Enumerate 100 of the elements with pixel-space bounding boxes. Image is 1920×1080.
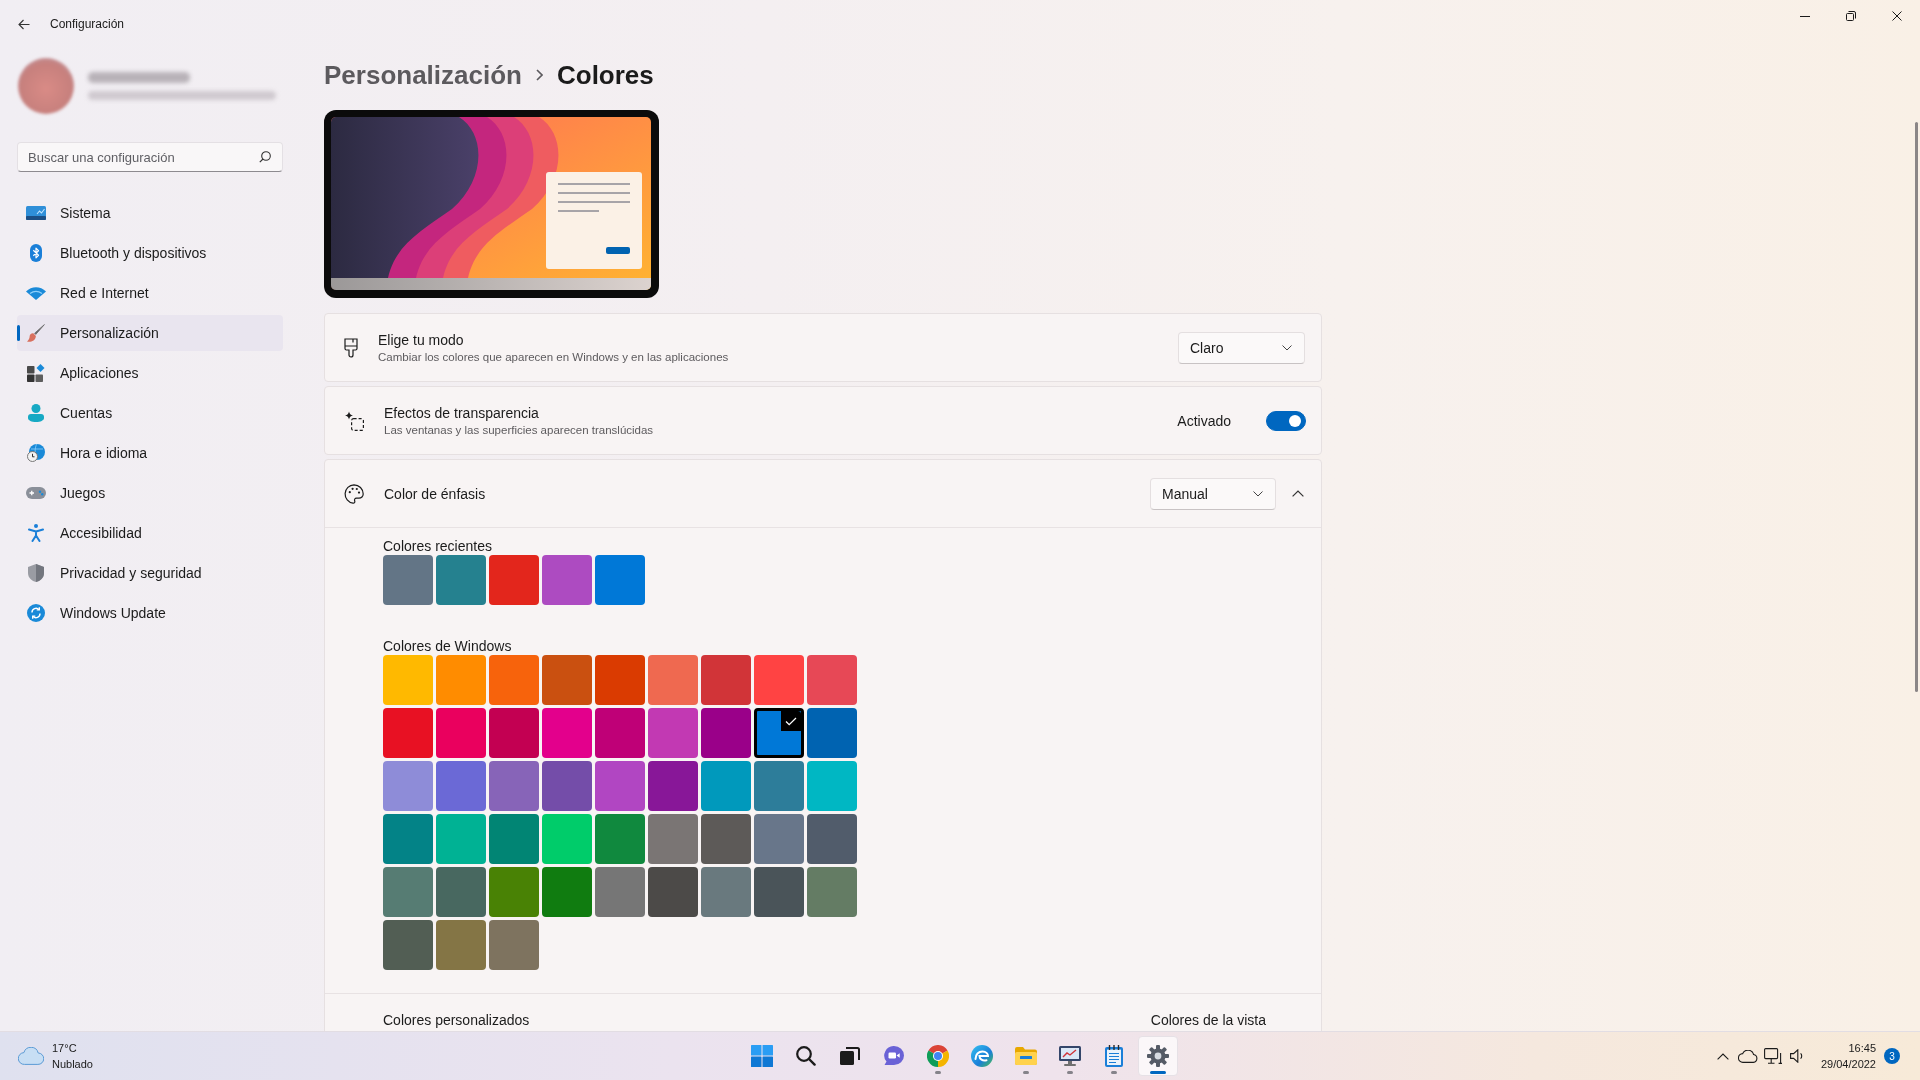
- nav-item[interactable]: Sistema: [17, 195, 283, 231]
- nav-item[interactable]: Juegos: [17, 475, 283, 511]
- setting-description: Las ventanas y las superficies aparecen translúcidas: [384, 424, 655, 436]
- cloud-icon: [1737, 1049, 1758, 1063]
- chevron-up-icon: [1716, 1052, 1729, 1060]
- nav-item[interactable]: Hora e idioma: [17, 435, 283, 471]
- color-swatch[interactable]: [595, 555, 645, 605]
- color-swatch[interactable]: [701, 814, 751, 864]
- task-view-icon: [840, 1047, 860, 1065]
- clock-date: 29/04/2022: [1820, 1057, 1876, 1071]
- nav-item[interactable]: Windows Update: [17, 595, 283, 631]
- custom-colors-label: Colores personalizados: [383, 1011, 530, 1028]
- color-swatch[interactable]: [701, 708, 751, 758]
- color-swatch[interactable]: [807, 708, 857, 758]
- swirl-circle-icon: [971, 1045, 993, 1067]
- color-swatch[interactable]: [754, 814, 804, 864]
- paintbrush-icon: [27, 324, 45, 342]
- color-swatch[interactable]: [754, 655, 804, 705]
- color-swatch[interactable]: [542, 555, 592, 605]
- view-colors-button[interactable]: Colores de la vista: [1138, 1008, 1278, 1031]
- color-swatch[interactable]: [436, 761, 486, 811]
- color-swatch[interactable]: [383, 920, 433, 970]
- user-avatar: [18, 58, 74, 114]
- color-swatch[interactable]: [807, 814, 857, 864]
- color-swatch[interactable]: [595, 655, 645, 705]
- color-swatch[interactable]: [648, 708, 698, 758]
- color-swatch[interactable]: [489, 655, 539, 705]
- color-swatch[interactable]: [436, 655, 486, 705]
- nav-item[interactable]: Bluetooth y dispositivos: [17, 235, 283, 271]
- notification-count[interactable]: 3: [1884, 1048, 1900, 1064]
- folder-icon: [1015, 1047, 1037, 1065]
- color-swatch[interactable]: [701, 867, 751, 917]
- color-swatch[interactable]: [701, 655, 751, 705]
- color-swatch[interactable]: [595, 708, 645, 758]
- color-swatch[interactable]: [754, 708, 804, 758]
- color-swatch[interactable]: [595, 814, 645, 864]
- restore-icon: [1846, 11, 1856, 21]
- color-swatch[interactable]: [383, 555, 433, 605]
- color-swatch[interactable]: [489, 867, 539, 917]
- color-swatch[interactable]: [489, 920, 539, 970]
- paintbrush-icon: [344, 337, 358, 358]
- color-swatch[interactable]: [383, 708, 433, 758]
- color-swatch[interactable]: [489, 555, 539, 605]
- color-swatch[interactable]: [383, 867, 433, 917]
- color-swatch[interactable]: [436, 867, 486, 917]
- color-swatch[interactable]: [648, 761, 698, 811]
- nav-item[interactable]: Personalización: [17, 315, 283, 351]
- color-swatch[interactable]: [595, 761, 645, 811]
- breadcrumb-parent[interactable]: Personalización: [324, 59, 522, 91]
- color-swatch[interactable]: [754, 761, 804, 811]
- toggle-switch[interactable]: [1266, 410, 1306, 431]
- accessibility-figure-icon: [28, 524, 44, 542]
- setting-description: Cambiar los colores que aparecen en Windows y en las aplicaciones: [378, 351, 730, 363]
- setting-title: Color de énfasis: [384, 485, 487, 502]
- mode-dropdown[interactable]: Claro: [1178, 331, 1305, 364]
- setting-title: Elige tu modo: [378, 332, 465, 348]
- color-swatch[interactable]: [383, 655, 433, 705]
- accent-mode-dropdown[interactable]: Manual: [1150, 477, 1276, 510]
- color-swatch[interactable]: [542, 814, 592, 864]
- color-swatch[interactable]: [436, 708, 486, 758]
- person-icon: [28, 404, 44, 422]
- nav-item[interactable]: Aplicaciones: [17, 355, 283, 391]
- color-swatch[interactable]: [648, 655, 698, 705]
- color-swatch[interactable]: [807, 655, 857, 705]
- chevron-down-icon: [1282, 344, 1292, 351]
- color-swatch[interactable]: [542, 655, 592, 705]
- color-swatch[interactable]: [807, 867, 857, 917]
- nav-item[interactable]: Accesibilidad: [17, 515, 283, 551]
- scrollbar-thumb[interactable]: [1915, 122, 1918, 692]
- color-swatch[interactable]: [436, 920, 486, 970]
- color-swatch[interactable]: [489, 761, 539, 811]
- nav-item[interactable]: Cuentas: [17, 395, 283, 431]
- color-swatch[interactable]: [383, 761, 433, 811]
- color-swatch[interactable]: [436, 555, 486, 605]
- color-swatch[interactable]: [436, 814, 486, 864]
- taskbar-app-button[interactable]: [1138, 1036, 1178, 1076]
- search-field[interactable]: Buscar una configuración: [17, 142, 283, 172]
- color-swatch[interactable]: [807, 761, 857, 811]
- gear-icon: [1147, 1045, 1169, 1067]
- color-swatch[interactable]: [754, 867, 804, 917]
- color-swatch[interactable]: [648, 814, 698, 864]
- color-swatch[interactable]: [383, 814, 433, 864]
- nav-item[interactable]: Red e Internet: [17, 275, 283, 311]
- color-swatch[interactable]: [595, 867, 645, 917]
- color-swatch[interactable]: [542, 708, 592, 758]
- color-swatch[interactable]: [648, 867, 698, 917]
- tricolor-circle-icon: [927, 1045, 949, 1067]
- clock-time: 16:45: [1847, 1041, 1876, 1055]
- toggle-state-label: Activado: [1177, 412, 1231, 429]
- color-swatch[interactable]: [489, 814, 539, 864]
- network-monitor-icon: [1763, 1048, 1782, 1064]
- chevron-right-icon: [535, 69, 543, 81]
- monitor-icon: [26, 206, 46, 220]
- window-title: Configuración: [50, 17, 125, 31]
- refresh-icon: [27, 604, 45, 622]
- color-swatch[interactable]: [542, 867, 592, 917]
- color-swatch[interactable]: [542, 761, 592, 811]
- nav-item[interactable]: Privacidad y seguridad: [17, 555, 283, 591]
- color-swatch[interactable]: [701, 761, 751, 811]
- color-swatch[interactable]: [489, 708, 539, 758]
